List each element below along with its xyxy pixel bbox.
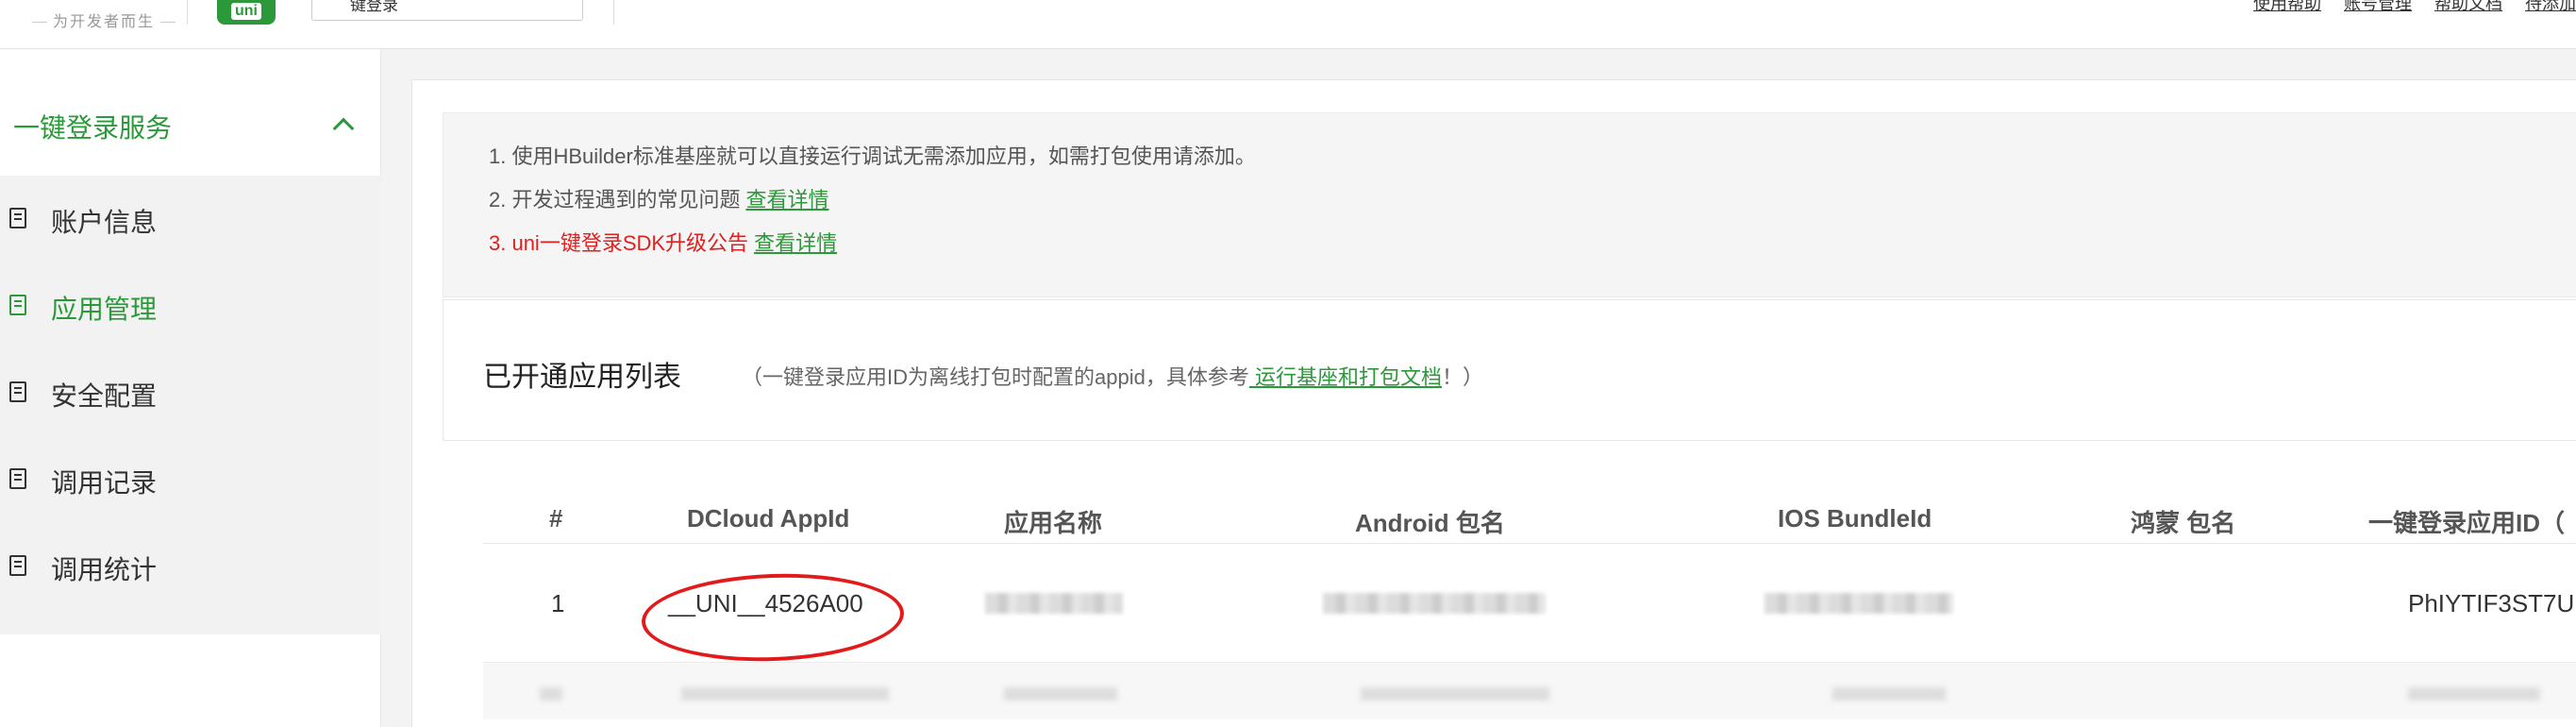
sidebar-item-call-stats[interactable]: 调用统计 bbox=[0, 523, 381, 610]
notice-line-2: 2. 开发过程遇到的常见问题 查看详情 bbox=[489, 183, 828, 213]
sidebar-item-security[interactable]: 安全配置 bbox=[0, 349, 381, 436]
redacted-app-name bbox=[985, 593, 1123, 614]
ghost-cell bbox=[1832, 687, 1946, 701]
notice-box: 1. 使用HBuilder标准基座就可以直接运行调试无需添加应用，如需打包使用请… bbox=[443, 112, 2576, 297]
col-android-package: Android 包名 bbox=[1355, 509, 1505, 537]
notice-text: 3. uni一键登录SDK升级公告 bbox=[489, 231, 749, 255]
sidebar-item-app-management[interactable]: 应用管理 bbox=[0, 262, 381, 349]
notice-text: 2. 开发过程遇到的常见问题 bbox=[489, 188, 741, 211]
col-dcloud-appid: DCloud AppId bbox=[687, 504, 850, 533]
col-harmony-package: 鸿蒙 包名 bbox=[2131, 509, 2236, 537]
chevron-up-icon bbox=[332, 117, 355, 140]
uni-logo-text: uni bbox=[231, 3, 261, 20]
row-login-app-id: PhIYTIF3ST7U bbox=[2408, 589, 2575, 617]
col-app-name: 应用名称 bbox=[1004, 509, 1103, 537]
header-divider bbox=[613, 0, 614, 25]
uni-logo-icon[interactable]: uni bbox=[217, 0, 276, 25]
sidebar-item-label: 安全配置 bbox=[51, 381, 158, 411]
col-login-app-id: 一键登录应用ID（ bbox=[2368, 509, 2566, 537]
sidebar-group-title: 一键登录服务 bbox=[13, 113, 173, 143]
header-link-docs[interactable]: 帮助文档 bbox=[2434, 0, 2502, 15]
sidebar-item-call-records[interactable]: 调用记录 bbox=[0, 436, 381, 523]
document-icon bbox=[9, 295, 26, 315]
notice-line-3: 3. uni一键登录SDK升级公告 查看详情 bbox=[489, 227, 837, 257]
header-divider bbox=[187, 0, 188, 25]
logo-tagline: 为开发者而生 bbox=[26, 8, 181, 31]
col-ios-bundleid: IOS BundleId bbox=[1778, 504, 1932, 533]
redacted-ios-bundleid bbox=[1765, 593, 1953, 614]
faq-details-link[interactable]: 查看详情 bbox=[745, 188, 828, 211]
document-icon bbox=[9, 381, 26, 402]
app-list-title: 已开通应用列表 bbox=[483, 362, 681, 393]
sidebar-item-account[interactable]: 账户信息 bbox=[0, 176, 381, 262]
ghost-cell bbox=[1004, 687, 1117, 701]
table-header: # DCloud AppId 应用名称 Android 包名 IOS Bundl… bbox=[483, 476, 2576, 544]
sidebar-item-label: 调用统计 bbox=[51, 555, 158, 584]
top-header: 为开发者而生 uni 键登录 使用帮助 账号管理 帮助文档 待添加 bbox=[0, 0, 2576, 49]
ghost-cell bbox=[1361, 687, 1549, 701]
ghost-cell bbox=[540, 687, 562, 701]
subtitle-text: ！） bbox=[1441, 365, 1483, 389]
app-select[interactable]: 键登录 bbox=[311, 0, 583, 21]
subtitle-text: （一键登录应用ID为离线打包时配置的appid，具体参考 bbox=[742, 365, 1249, 389]
document-icon bbox=[9, 208, 26, 228]
table-row[interactable] bbox=[483, 663, 2576, 719]
ghost-cell bbox=[681, 687, 889, 701]
redacted-android-package bbox=[1323, 593, 1546, 614]
header-links: 使用帮助 账号管理 帮助文档 待添加 bbox=[2253, 0, 2576, 15]
col-index: # bbox=[549, 504, 563, 533]
app-list-subtitle: （一键登录应用ID为离线打包时配置的appid，具体参考 运行基座和打包文档！） bbox=[742, 361, 1483, 391]
sdk-upgrade-details-link[interactable]: 查看详情 bbox=[754, 231, 837, 255]
header-link-help[interactable]: 使用帮助 bbox=[2253, 0, 2321, 15]
notice-line-1: 1. 使用HBuilder标准基座就可以直接运行调试无需添加应用，如需打包使用请… bbox=[489, 140, 1256, 170]
row-index: 1 bbox=[551, 589, 565, 617]
document-icon bbox=[9, 468, 26, 489]
header-link-account[interactable]: 账号管理 bbox=[2344, 0, 2412, 15]
document-icon bbox=[9, 555, 26, 576]
packaging-docs-link[interactable]: 运行基座和打包文档 bbox=[1249, 365, 1442, 389]
sidebar-item-label: 应用管理 bbox=[51, 295, 158, 324]
sidebar-menu: 账户信息 应用管理 安全配置 调用记录 调用统计 bbox=[0, 176, 381, 634]
app-list-header: 已开通应用列表 （一键登录应用ID为离线打包时配置的appid，具体参考 运行基… bbox=[443, 299, 2576, 441]
sidebar-group-login-service[interactable]: 一键登录服务 bbox=[0, 77, 381, 176]
ghost-cell bbox=[2408, 687, 2540, 701]
notice-text: 1. 使用HBuilder标准基座就可以直接运行调试无需添加应用，如需打包使用请… bbox=[489, 144, 1256, 168]
sidebar: 一键登录服务 账户信息 应用管理 安全配置 调用记录 调用统计 bbox=[0, 49, 381, 727]
sidebar-item-label: 账户信息 bbox=[51, 208, 158, 237]
header-link-more[interactable]: 待添加 bbox=[2525, 0, 2576, 15]
sidebar-item-label: 调用记录 bbox=[51, 468, 158, 498]
